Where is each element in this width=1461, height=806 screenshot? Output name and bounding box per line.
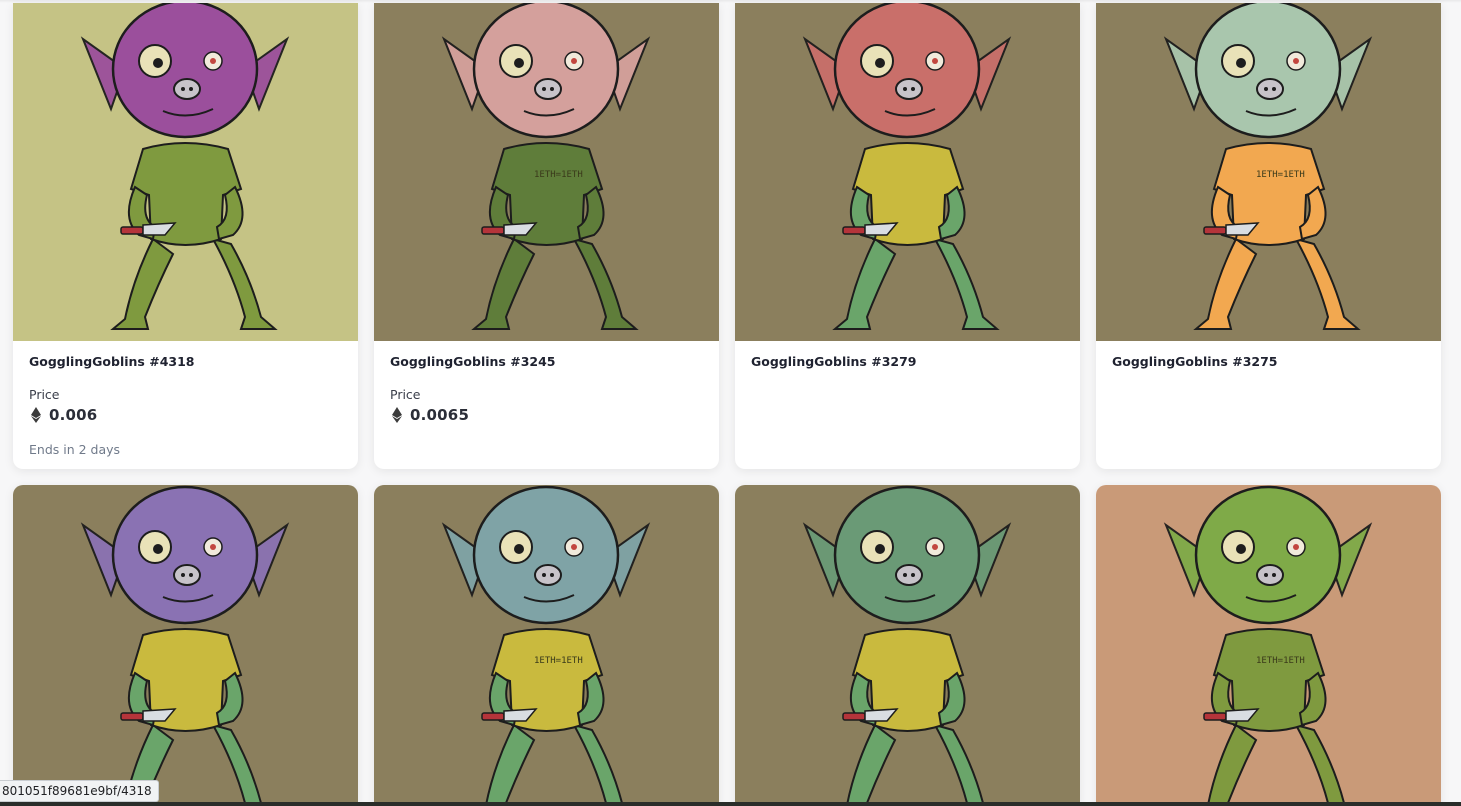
nft-card[interactable]: 1ETH=1ETH GogglingGoblins #3245 Price 0.…	[374, 3, 719, 469]
goblin-artwork: 1ETH=1ETH	[1096, 3, 1441, 341]
price-row: 0.006	[29, 406, 342, 424]
svg-text:1ETH=1ETH: 1ETH=1ETH	[534, 170, 583, 180]
link-status-bar: 801051f89681e9bf/4318	[0, 780, 159, 802]
marketplace-page: GogglingGoblins #4318 Price 0.006 Ends i…	[0, 0, 1461, 806]
svg-text:1ETH=1ETH: 1ETH=1ETH	[1256, 656, 1305, 666]
nft-card[interactable]: 1ETH=1ETH	[1096, 485, 1441, 806]
goblin-artwork: 1ETH=1ETH	[374, 485, 719, 806]
goblin-artwork: 1ETH=1ETH	[374, 3, 719, 341]
nft-name[interactable]: GogglingGoblins #3279	[751, 354, 1064, 370]
ethereum-icon	[392, 407, 402, 423]
nft-card[interactable]: 1ETH=1ETH GogglingGoblins #3275	[1096, 3, 1441, 469]
auction-ends-text: Ends in 2 days	[29, 442, 121, 457]
nft-name[interactable]: GogglingGoblins #3245	[390, 354, 703, 370]
ethereum-icon	[31, 407, 41, 423]
price-label: Price	[390, 387, 421, 402]
price-label: Price	[29, 387, 60, 402]
goblin-artwork	[735, 3, 1080, 341]
card-body: GogglingGoblins #3279	[735, 341, 1080, 469]
price-value: 0.006	[49, 406, 98, 424]
card-body: GogglingGoblins #3245 Price 0.0065	[374, 341, 719, 469]
nft-name[interactable]: GogglingGoblins #3275	[1112, 354, 1425, 370]
goblin-artwork	[13, 485, 358, 806]
nft-image[interactable]	[735, 485, 1080, 806]
nft-image[interactable]: 1ETH=1ETH	[1096, 3, 1441, 341]
nft-image[interactable]: 1ETH=1ETH	[374, 485, 719, 806]
price-value: 0.0065	[410, 406, 470, 424]
price-row: 0.0065	[390, 406, 703, 424]
nft-image[interactable]	[735, 3, 1080, 341]
nft-name[interactable]: GogglingGoblins #4318	[29, 354, 342, 370]
card-body: GogglingGoblins #3275	[1096, 341, 1441, 469]
nft-card[interactable]: GogglingGoblins #3279	[735, 3, 1080, 469]
nft-card[interactable]	[735, 485, 1080, 806]
svg-text:1ETH=1ETH: 1ETH=1ETH	[534, 656, 583, 666]
nft-image[interactable]	[13, 3, 358, 341]
nft-card[interactable]: GogglingGoblins #4318 Price 0.006 Ends i…	[13, 3, 358, 469]
goblin-artwork	[13, 3, 358, 341]
nft-image[interactable]: 1ETH=1ETH	[1096, 485, 1441, 806]
taskbar-edge	[0, 802, 1461, 806]
goblin-artwork	[735, 485, 1080, 806]
nft-image[interactable]: 1ETH=1ETH	[374, 3, 719, 341]
svg-text:1ETH=1ETH: 1ETH=1ETH	[1256, 170, 1305, 180]
nft-grid: GogglingGoblins #4318 Price 0.006 Ends i…	[13, 0, 1441, 806]
nft-card[interactable]	[13, 485, 358, 806]
goblin-artwork: 1ETH=1ETH	[1096, 485, 1441, 806]
card-body: GogglingGoblins #4318 Price 0.006 Ends i…	[13, 341, 358, 469]
nft-image[interactable]	[13, 485, 358, 806]
nft-card[interactable]: 1ETH=1ETH	[374, 485, 719, 806]
